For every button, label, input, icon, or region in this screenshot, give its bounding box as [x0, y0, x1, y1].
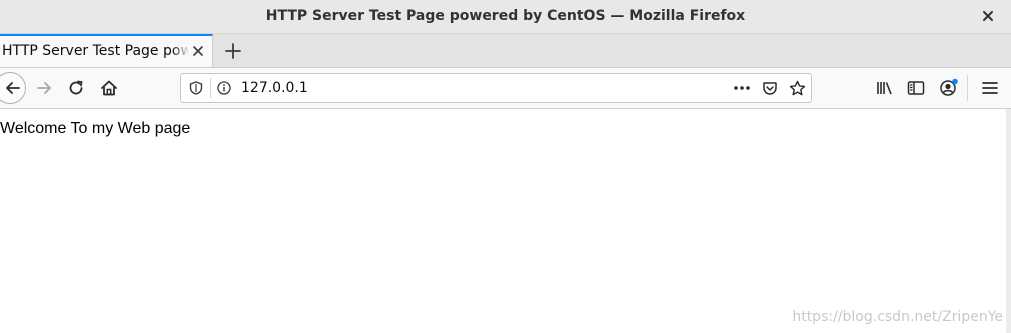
account-button[interactable]: [938, 77, 960, 99]
library-button[interactable]: [874, 77, 896, 99]
pocket-icon: [763, 82, 777, 95]
reload-button[interactable]: [64, 76, 88, 100]
url-bar[interactable]: 127.0.0.1: [180, 73, 812, 103]
bookmark-star-button[interactable]: [788, 79, 806, 97]
pocket-button[interactable]: [761, 79, 779, 97]
forward-button[interactable]: [32, 76, 56, 100]
tab-close-button[interactable]: [190, 43, 206, 59]
window-titlebar[interactable]: HTTP Server Test Page powered by CentOS …: [0, 0, 1011, 34]
close-icon: [983, 11, 993, 21]
watermark: https://blog.csdn.net/ZripenYe: [792, 309, 1003, 325]
page-content: Welcome To my Web page: [0, 109, 1006, 333]
plus-icon: [225, 43, 241, 59]
info-icon: [217, 81, 231, 95]
account-icon: [940, 78, 958, 96]
window-title: HTTP Server Test Page powered by CentOS …: [265, 8, 746, 24]
url-text[interactable]: 127.0.0.1: [241, 74, 308, 102]
hamburger-menu-icon: [982, 82, 998, 94]
open-menu-button[interactable]: [979, 77, 1001, 99]
urlbar-separator: [210, 78, 211, 98]
sidebar-toggle-button[interactable]: [905, 77, 927, 99]
back-button[interactable]: [0, 72, 26, 104]
new-tab-button[interactable]: [222, 40, 244, 62]
star-icon: [789, 80, 805, 95]
tab-http-server-test-page[interactable]: HTTP Server Test Page powered by CentOS: [0, 34, 213, 67]
reload-icon: [69, 80, 83, 95]
toolbar-separator: [967, 75, 968, 101]
shield-icon: [189, 81, 203, 95]
page-actions-button[interactable]: [731, 79, 753, 97]
scrollbar[interactable]: [1006, 109, 1011, 333]
navigation-toolbar: 127.0.0.1: [0, 68, 1011, 109]
window-close-button[interactable]: [979, 7, 997, 25]
library-icon: [877, 82, 892, 95]
tab-strip: HTTP Server Test Page powered by CentOS: [0, 34, 1011, 68]
more-dots-icon: [734, 86, 750, 90]
home-button[interactable]: [97, 76, 121, 100]
tracking-protection-button[interactable]: [188, 80, 204, 96]
notification-badge: [952, 78, 958, 85]
sidebar-icon: [907, 81, 925, 95]
back-arrow-icon: [6, 82, 20, 94]
page-body-text: Welcome To my Web page: [0, 120, 191, 137]
forward-arrow-icon: [37, 82, 51, 94]
home-icon: [101, 80, 117, 96]
close-icon: [193, 46, 203, 56]
site-info-button[interactable]: [216, 80, 232, 96]
tab-label: HTTP Server Test Page powered by CentOS: [2, 43, 188, 59]
